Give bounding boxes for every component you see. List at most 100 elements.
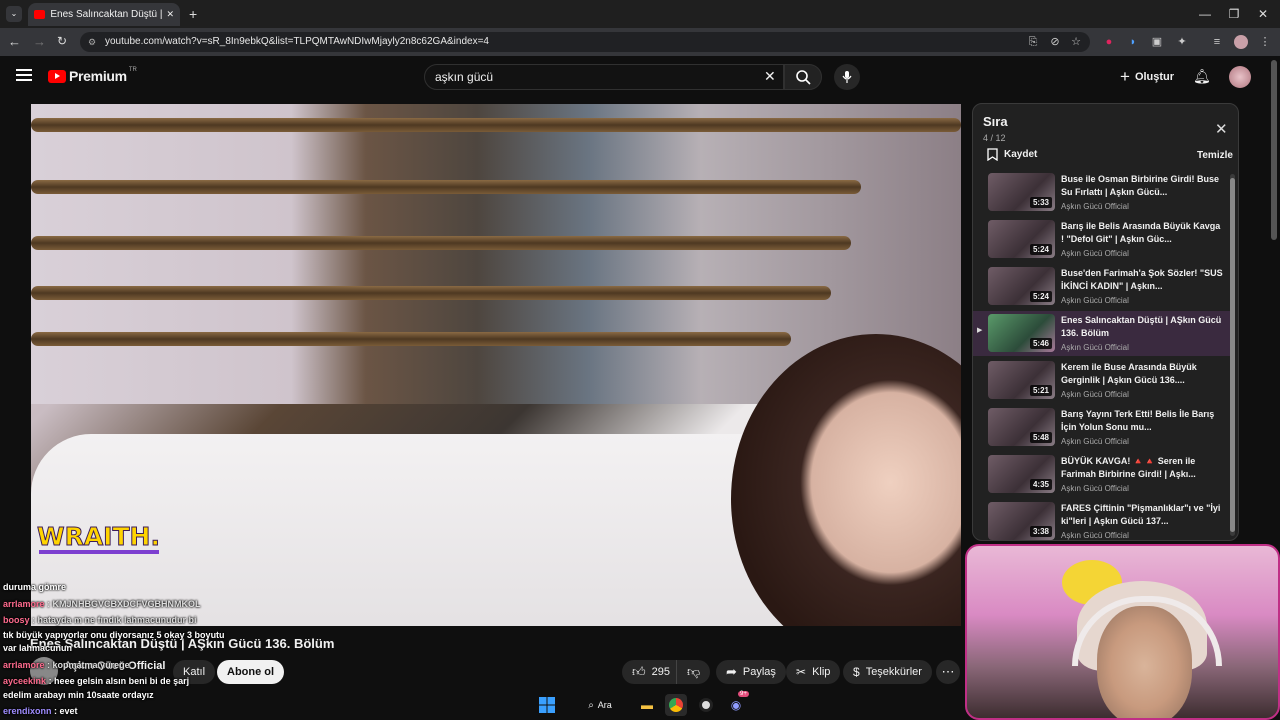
page-scrollbar[interactable] — [1271, 60, 1277, 240]
video-thumbnail: 3:38 — [988, 502, 1055, 540]
thanks-label: Teşekkürler — [865, 666, 922, 678]
create-button[interactable]: + Oluştur — [1120, 66, 1174, 88]
queue-item[interactable]: 5:48 Barış Yayını Terk Etti! Belis İle B… — [973, 405, 1230, 450]
duration-badge: 5:48 — [1029, 432, 1052, 443]
close-window-button[interactable]: ✕ — [1250, 5, 1276, 23]
queue-item-channel: Aşkın Gücü Official — [1061, 437, 1129, 446]
extensions-puzzle-icon[interactable]: ✦ — [1175, 35, 1189, 49]
share-button[interactable]: ➦ Paylaş — [716, 660, 786, 684]
queue-item-title: Kerem ile Buse Arasında Büyük Gerginlik … — [1061, 362, 1197, 385]
video-frame-rail — [31, 286, 831, 300]
chat-text: var lahmacunun — [3, 643, 73, 653]
discord-icon[interactable]: ◉ 9+ — [725, 691, 749, 716]
subscribe-label: Abone ol — [227, 666, 275, 678]
share-icon: ➦ — [726, 664, 737, 679]
queue-item-title: Buse'den Farimah'a Şok Sözler! "SUS İKİN… — [1061, 268, 1223, 291]
taskbar-search[interactable]: ⌕ Ara — [580, 694, 620, 716]
address-bar[interactable]: ⚙ youtube.com/watch?v=sR_8In9ebkQ&list=T… — [80, 32, 1090, 52]
scissors-icon: ✂ — [796, 665, 807, 679]
chat-message: duruma gömre — [3, 582, 66, 592]
duration-badge: 3:38 — [1029, 526, 1052, 537]
file-explorer-icon[interactable]: ▬ — [636, 694, 658, 716]
close-queue-icon[interactable]: ✕ — [1215, 120, 1228, 138]
queue-item[interactable]: 5:24 Buse'den Farimah'a Şok Sözler! "SUS… — [973, 264, 1230, 309]
chat-message: arrlamore : kopmatma yüreğe — [3, 660, 130, 670]
notification-badge: 9+ — [738, 691, 749, 697]
clear-search-icon[interactable]: ✕ — [764, 68, 776, 85]
queue-scrollbar-thumb[interactable] — [1230, 178, 1235, 532]
search-icon — [796, 70, 811, 85]
queue-item-channel: Aşkın Gücü Official — [1061, 390, 1129, 399]
video-frame-rail — [31, 118, 961, 132]
microphone-icon — [842, 71, 852, 83]
like-button[interactable]: 👍︎ 295 — [622, 660, 678, 684]
more-actions-button[interactable]: ⋯ — [936, 660, 960, 684]
thanks-button[interactable]: $ Teşekkürler — [843, 660, 932, 684]
youtube-play-icon — [48, 69, 66, 83]
queue-item[interactable]: 5:24 Barış ile Belis Arasında Büyük Kavg… — [973, 217, 1230, 262]
queue-item-channel: Aşkın Gücü Official — [1061, 296, 1129, 305]
video-thumbnail: 5:21 — [988, 361, 1055, 399]
chat-username: arrlamore — [3, 660, 45, 670]
save-label: Kaydet — [1004, 149, 1038, 160]
queue-item[interactable]: 4:35 BÜYÜK KAVGA! 🔺🔺 Seren ile Farimah B… — [973, 452, 1230, 497]
video-thumbnail: 4:35 — [988, 455, 1055, 493]
search-button[interactable] — [784, 64, 822, 90]
obs-icon[interactable] — [695, 694, 717, 716]
discord-glyph: ◉ — [730, 698, 742, 712]
like-count: 295 — [651, 666, 670, 678]
profile-avatar[interactable] — [1234, 35, 1248, 49]
queue-item[interactable]: 5:21 Kerem ile Buse Arasında Büyük Gergi… — [973, 358, 1230, 403]
duration-badge: 5:21 — [1029, 385, 1052, 396]
browser-menu-icon[interactable]: ⋮ — [1258, 35, 1272, 49]
watermark-underline — [39, 550, 159, 554]
queue-item-title: Barış Yayını Terk Etti! Belis İle Barış … — [1061, 409, 1215, 432]
new-tab-button[interactable]: + — [189, 6, 197, 22]
notifications-bell-icon[interactable]: 🔔︎ — [1193, 68, 1211, 85]
tab-list-button[interactable]: ⌄ — [6, 6, 22, 22]
voice-search-button[interactable] — [834, 64, 860, 90]
reading-list-icon[interactable]: ≡ — [1210, 35, 1224, 49]
youtube-logo[interactable]: Premium TR — [48, 67, 137, 84]
save-queue-button[interactable]: Kaydet — [987, 148, 1037, 161]
browser-tab[interactable]: Enes Salıncaktan Düştü | AŞkın Gücü 136.… — [28, 3, 180, 26]
queue-item[interactable]: 3:38 FARES Çiftinin "Pişmanlıklar"ı ve "… — [973, 499, 1230, 540]
maximize-button[interactable]: ❐ — [1221, 5, 1247, 23]
video-thumbnail: 5:24 — [988, 220, 1055, 258]
hide-icon[interactable]: ⊘ — [1048, 35, 1062, 49]
extension-audio-icon[interactable]: ◗ — [1126, 35, 1140, 49]
chrome-icon[interactable] — [665, 694, 687, 716]
logo-text: Premium — [69, 68, 127, 84]
search-input[interactable]: aşkın gücü — [424, 64, 784, 90]
extension-red-icon[interactable]: ● — [1102, 35, 1116, 49]
forward-icon[interactable]: → — [33, 34, 46, 49]
chat-text: : evet — [54, 706, 78, 716]
share-label: Paylaş — [742, 666, 776, 678]
account-avatar[interactable] — [1229, 66, 1251, 88]
queue-item-current[interactable]: ▶ 5:46 Enes Salıncaktan Düştü | AŞkın Gü… — [973, 311, 1230, 356]
close-tab-icon[interactable]: ✕ — [166, 9, 174, 20]
video-thumbnail: 5:33 — [988, 173, 1055, 211]
subscribe-button[interactable]: Abone ol — [217, 660, 285, 684]
browser-tab-bar: ⌄ Enes Salıncaktan Düştü | AŞkın Gücü 13… — [0, 0, 1280, 28]
chat-message: arrlamore : KMJNHBGVCBXDCFVGBHNMKOL — [3, 599, 201, 609]
site-info-icon[interactable]: ⚙ — [88, 32, 96, 52]
back-icon[interactable]: ← — [8, 34, 21, 49]
tab-title: Enes Salıncaktan Düştü | AŞkın Gücü 136.… — [50, 9, 163, 20]
dislike-button[interactable]: 👎︎ — [676, 660, 711, 684]
hamburger-menu-icon[interactable] — [16, 68, 32, 82]
windows-start-icon[interactable] — [536, 694, 558, 716]
minimize-button[interactable]: — — [1192, 5, 1218, 23]
queue-item-channel: Aşkın Gücü Official — [1061, 343, 1129, 352]
bookmark-star-icon[interactable]: ☆ — [1069, 35, 1083, 49]
clear-queue-button[interactable]: Temizle — [1197, 150, 1233, 161]
queue-item[interactable]: 5:33 Buse ile Osman Birbirine Girdi! Bus… — [973, 170, 1230, 215]
install-app-icon[interactable]: ⎘ — [1026, 35, 1040, 49]
extension-shield-icon[interactable]: ▣ — [1150, 35, 1164, 49]
clip-button[interactable]: ✂ Klip — [786, 660, 841, 684]
reload-icon[interactable]: ↻ — [57, 34, 67, 48]
chat-text: : KMJNHBGVCBXDCFVGBHNMKOL — [47, 599, 201, 609]
duration-badge: 5:46 — [1029, 338, 1052, 349]
video-player[interactable] — [31, 104, 961, 626]
queue-item-title: Buse ile Osman Birbirine Girdi! Buse Su … — [1061, 174, 1220, 197]
